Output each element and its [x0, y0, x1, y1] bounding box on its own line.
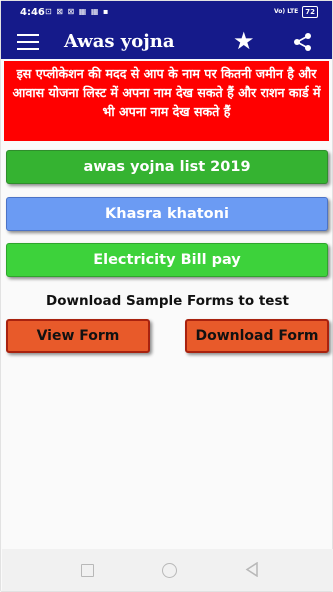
status-right-group: Vo) LTE 72	[274, 6, 318, 18]
download-forms-heading: Download Sample Forms to test	[46, 293, 289, 309]
khasra-khatoni-button[interactable]: Khasra khatoni	[6, 197, 328, 231]
app-title: Awas yojna	[64, 31, 175, 52]
awas-yojna-list-button[interactable]: awas yojna list 2019	[6, 150, 328, 184]
home-icon[interactable]	[162, 563, 177, 578]
phone-screen: 4:46 ⊡ ⊠ ⊠ ▦ ▦ ▪ Vo) LTE 72 Awas yojna ★…	[0, 0, 333, 592]
battery-icon: 72	[302, 6, 318, 18]
hamburger-menu-icon[interactable]	[17, 34, 39, 50]
star-icon[interactable]: ★	[233, 27, 255, 55]
download-form-button[interactable]: Download Form	[185, 319, 329, 353]
system-nav-bar	[2, 549, 333, 591]
notification-icons: ⊡ ⊠ ⊠ ▦ ▦ ▪	[45, 7, 110, 16]
status-bar: 4:46 ⊡ ⊠ ⊠ ▦ ▦ ▪ Vo) LTE 72	[1, 1, 332, 25]
share-icon[interactable]	[293, 32, 313, 56]
app-bar: Awas yojna ★	[1, 25, 332, 59]
info-banner: इस एप्लीकेशन की मदद से आप के नाम पर कितन…	[4, 61, 329, 141]
electricity-bill-button[interactable]: Electricity Bill pay	[6, 243, 328, 277]
volte-indicator: Vo) LTE	[273, 8, 299, 15]
recent-apps-icon[interactable]	[81, 564, 94, 577]
status-time: 4:46	[20, 7, 45, 18]
back-icon[interactable]	[245, 561, 259, 581]
view-form-button[interactable]: View Form	[6, 319, 150, 353]
